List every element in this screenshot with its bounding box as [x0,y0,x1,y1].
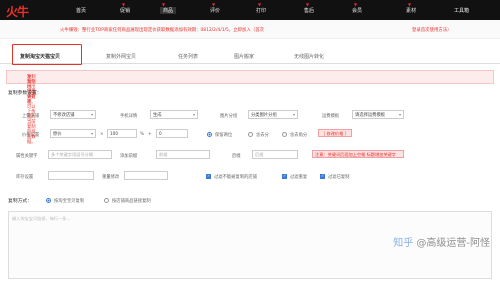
nav-aftersales[interactable]: ▼ 售后 [304,2,315,14]
keyword-warning-button[interactable]: 注意：关键词后面加上空格 标题增加关键字 [312,150,404,158]
check-filter-dup[interactable] [282,173,287,179]
radio-method-item-label: 按淘宝宝贝复制 [54,199,85,204]
freight-select[interactable]: 请选择运费模板 [352,110,404,119]
percent-sign: % [140,132,145,137]
nav-label: 评价 [210,8,221,14]
notice-text: 火牛赚钱：整行业TOP商家任何商品展现出现定价获取数据添加有效期：0812/2/… [60,28,264,33]
section-method-title: 复制方式： [8,199,32,204]
radio-keep-two-label: 保留两位 [215,133,233,138]
image-group-label: 图片分组 [220,114,238,119]
check-filter-copied-label: 过滤已复制 [328,175,350,180]
shop-label: 上架店铺 [22,114,40,119]
weight-input[interactable] [124,171,168,180]
weight-label: 重量修改 [102,175,120,180]
nav-label: 会员 [352,8,363,14]
check-filter-shop-label: 过滤不能被复制的店铺 [214,175,257,180]
check-filter-dup-label: 过滤重复 [290,175,308,180]
nav-caret-icon: ▼ [408,2,412,7]
tab-copy-external[interactable]: 复制外网宝贝 [106,53,136,60]
update-price-button[interactable]: ［ 修改价格 ］ [318,129,352,137]
nav-label: 促销 [120,8,131,14]
nav-label: 商品 [163,8,174,14]
watermark-brand: 知乎 [393,238,414,249]
nav-promotion[interactable]: ▼ 促销 [120,2,131,14]
check-filter-copied[interactable] [320,173,325,179]
stock-label: 库存设置 [16,175,34,180]
tab-task-list[interactable]: 任务列表 [178,53,198,60]
stock-input[interactable] [48,171,94,180]
nav-home[interactable]: 首页 [76,7,86,14]
times-sign: × [100,132,104,137]
image-group-select[interactable]: 分类图片分组 [248,110,298,119]
shop-select[interactable]: 不修改店铺 [50,110,96,119]
radio-method-item[interactable] [46,198,51,203]
warning-box: 复制淘宝时出错需要处理 可以上传图片 当前复制的商品数据。 注：复制出错，请检查。 [6,70,494,145]
prefix-label: 添加前缀 [120,154,138,159]
category-label: 手机详情 [120,114,138,119]
radio-drop-fen-label: 舍去分 [256,133,269,138]
nav-print[interactable]: ▼ 打印 [256,2,267,14]
percent-input[interactable]: 100 [107,129,137,138]
suffix-label: 后缀 [232,154,241,159]
nav-members[interactable]: ▼ 会员 [352,2,363,14]
prefix-input[interactable]: 前缀 [156,150,210,159]
add-amount-input[interactable]: 0 [156,129,188,138]
price-select[interactable]: 原价 [50,129,96,138]
notice-bar: 火牛赚钱：整行业TOP商家任何商品展现出现定价获取数据添加有效期：0812/2/… [0,20,500,39]
nav-label: 售后 [304,8,315,14]
radio-drop-jiao-label: 舍去角分 [290,133,308,138]
watermark: 知乎 @高级运营-阿怪 [393,234,490,249]
tab-image-move[interactable]: 图片搬家 [234,53,254,60]
freight-label: 运费模板 [322,114,340,119]
radio-drop-jiao[interactable] [282,132,287,137]
section-params-title: 复制参数设置： [8,91,42,96]
nav-materials[interactable]: ▼ 素材 [406,2,417,14]
category-select[interactable]: 生成 [150,110,198,119]
nav-caret-icon: ▼ [212,2,216,7]
active-tab-highlight [12,44,82,65]
nav-reviews[interactable]: ▼ 评价 [210,2,221,14]
nav-caret-icon: ▼ [162,2,166,7]
radio-keep-two[interactable] [207,132,212,137]
radio-drop-fen[interactable] [248,132,253,137]
check-filter-shop[interactable] [206,173,211,179]
nav-caret-icon: ▼ [306,2,310,7]
radio-method-shop-label: 按店铺商品链接复制 [112,199,151,204]
tab-wireless-image[interactable]: 无线图片转化 [294,53,324,60]
suffix-input[interactable]: 后缀 [252,150,298,159]
nav-caret-icon: ▼ [354,2,358,7]
top-navbar: 火牛 首页 ▼ 促销 ▼ 商品 ▼ 评价 ▼ 打印 ▼ 售后 ▼ 会员 ▼ 素材 工具箱 [0,0,500,20]
price-label: 价格设置 [22,133,40,138]
notice-link[interactable]: 登录首次使用方法） [412,27,452,33]
nav-label: 素材 [406,8,417,14]
nav-caret-icon: ▼ [122,2,126,7]
app-logo[interactable]: 火牛 [6,3,29,20]
nav-caret-icon: ▼ [258,2,262,7]
nav-products[interactable]: ▼ 商品 [160,2,177,14]
plus-sign: + [148,132,152,137]
nav-label: 打印 [256,8,267,14]
watermark-account: @高级运营-阿怪 [416,238,490,249]
attr-keyword-input[interactable]: 多个关键字用逗号分隔 [48,150,112,159]
nav-toolbox[interactable]: 工具箱 [454,7,469,14]
textarea-placeholder: 输入淘宝宝贝链接，每行一条… [12,216,71,221]
attr-keyword-label: 属性关键字 [16,154,38,159]
radio-method-shop[interactable] [104,198,109,203]
